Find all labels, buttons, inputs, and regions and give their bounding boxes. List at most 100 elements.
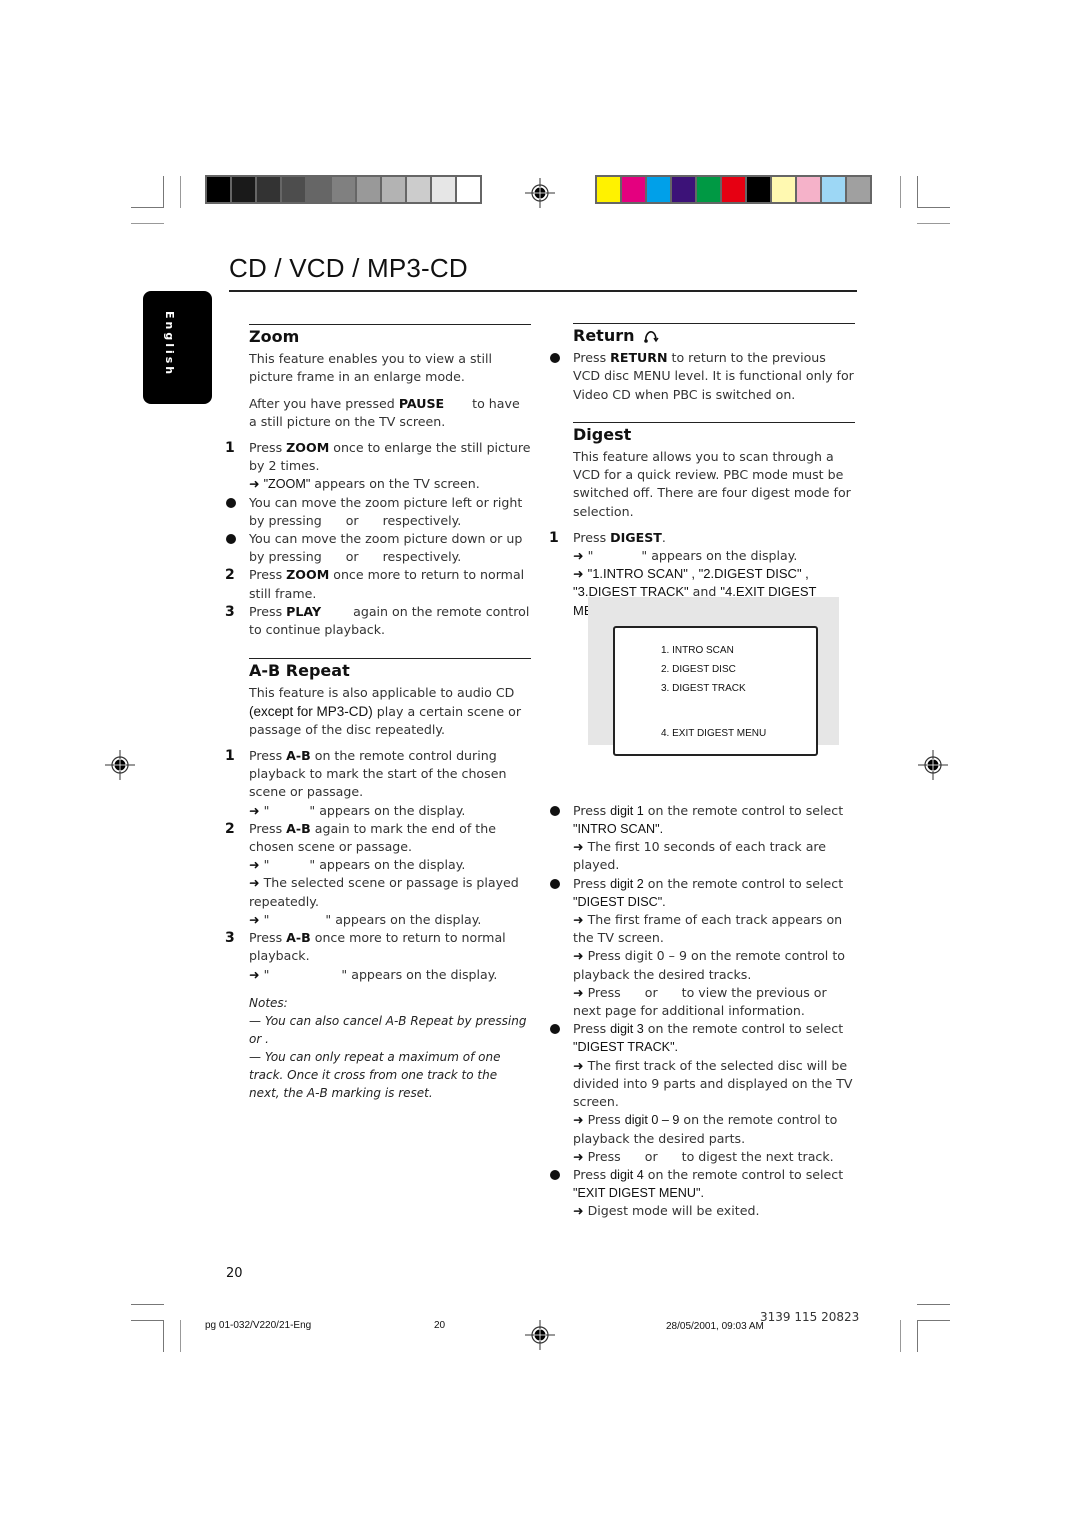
ab-step-3-result: ➜ " " appears on the display. [249, 966, 498, 982]
digest-step-1-result: ➜ " " appears on the display. [573, 548, 798, 564]
note-item: — You can also cancel A-B Repeat by pres… [249, 1013, 527, 1046]
color-swatch [797, 177, 820, 202]
crop-mark [917, 1320, 918, 1352]
color-swatch [622, 177, 645, 202]
ab-step-2-result: ➜ " " appears on the display. [249, 911, 482, 927]
language-tab-label: English [163, 311, 176, 378]
grayscale-swatch [407, 177, 430, 202]
return-arrow-icon [643, 331, 659, 343]
ab-step-1-result: ➜ " " appears on the display. [249, 802, 466, 818]
grayscale-swatch [307, 177, 330, 202]
crop-mark [131, 1320, 164, 1321]
digest-option-3-result: ➜ Press digit 0 – 9 on the remote contro… [573, 1112, 838, 1146]
digest-option-3: Press digit 3 on the remote control to s… [549, 1020, 855, 1056]
title-divider [229, 290, 857, 292]
bullet-icon [226, 497, 236, 508]
crop-mark [163, 1320, 164, 1352]
ab-step-2: 2 Press A-B again to mark the end of the… [225, 820, 496, 855]
zoom-step-1-result: ➜ "ZOOM" appears on the TV screen. [249, 476, 480, 492]
grayscale-swatch [232, 177, 255, 202]
return-section-title: Return [573, 326, 855, 345]
digest-option-1: Press digit 1 on the remote control to s… [549, 802, 855, 838]
digest-option-4: Press digit 4 on the remote control to s… [549, 1166, 855, 1202]
zoom-section-title: Zoom [249, 327, 300, 346]
color-calibration-bar [595, 175, 872, 204]
page-number: 20 [226, 1266, 243, 1281]
arrow-icon: ➜ [573, 566, 584, 582]
notes-label: Notes: [249, 995, 288, 1010]
color-swatch [847, 177, 870, 202]
color-swatch [822, 177, 845, 202]
grayscale-swatch [257, 177, 280, 202]
crop-mark [180, 176, 181, 208]
ab-repeat-notes: Notes: — You can also cancel A-B Repeat … [249, 994, 531, 1102]
digest-step-1: 1 Press DIGEST. [549, 529, 666, 546]
color-swatch [647, 177, 670, 202]
digest-option-2-result: ➜ Press or to view the previous or next … [573, 984, 831, 1019]
grayscale-calibration-bar [205, 175, 482, 204]
arrow-icon: ➜ [573, 1057, 584, 1073]
digest-option-2: Press digit 2 on the remote control to s… [549, 875, 855, 911]
tv-menu-item: 3. DIGEST TRACK [661, 683, 746, 694]
color-swatch [722, 177, 745, 202]
bullet-icon [550, 353, 560, 364]
arrow-icon: ➜ [249, 802, 260, 818]
note-item: — You can only repeat a maximum of one t… [249, 1049, 501, 1100]
arrow-icon: ➜ [249, 911, 260, 927]
tv-menu-item: 1. INTRO SCAN [661, 645, 734, 656]
color-swatch [747, 177, 770, 202]
bullet-icon [550, 1169, 560, 1180]
arrow-icon: ➜ [573, 548, 584, 564]
crop-mark [900, 176, 901, 208]
arrow-icon: ➜ [573, 948, 584, 964]
arrow-icon: ➜ [573, 1203, 584, 1219]
tv-menu-item: 2. DIGEST DISC [661, 664, 736, 675]
ab-step-2-result: ➜ The selected scene or passage is playe… [249, 875, 519, 909]
digest-tv-menu: 1. INTRO SCAN 2. DIGEST DISC 3. DIGEST T… [613, 626, 818, 756]
zoom-bullet-left-right: You can move the zoom picture left or ri… [225, 494, 531, 530]
arrow-icon: ➜ [573, 1112, 584, 1128]
crop-mark [131, 1304, 164, 1305]
arrow-icon: ➜ [249, 966, 260, 982]
registration-target-icon [105, 750, 135, 780]
digest-option-4-result: ➜ Digest mode will be exited. [573, 1203, 760, 1219]
arrow-icon: ➜ [573, 1148, 584, 1164]
language-tab: English [143, 291, 212, 404]
section-divider [573, 323, 855, 324]
section-divider [573, 421, 855, 423]
crop-mark [180, 1320, 181, 1352]
ab-repeat-intro: This feature is also applicable to audio… [249, 685, 522, 737]
tv-menu-item: 4. EXIT DIGEST MENU [661, 728, 767, 739]
ab-step-1: 1 Press A-B on the remote control during… [225, 748, 507, 800]
crop-mark [917, 1304, 950, 1305]
digest-option-2-result: ➜ The first frame of each track appears … [573, 912, 843, 946]
digest-option-2-result: ➜ Press digit 0 – 9 on the remote contro… [573, 948, 845, 982]
color-swatch [672, 177, 695, 202]
grayscale-swatch [332, 177, 355, 202]
bullet-icon [550, 805, 560, 816]
zoom-pause-note: After you have pressed PAUSE to have a st… [249, 395, 520, 429]
grayscale-swatch [282, 177, 305, 202]
registration-target-icon [525, 178, 555, 208]
digest-option-3-result: ➜ The first track of the selected disc w… [573, 1057, 853, 1110]
footer-sheet-number: 20 [434, 1320, 446, 1331]
section-divider [249, 658, 531, 660]
color-swatch [697, 177, 720, 202]
ab-step-3: 3 Press A-B once more to return to norma… [225, 930, 506, 964]
return-instruction: Press RETURN to return to the previous V… [549, 349, 855, 404]
crop-mark [917, 207, 950, 208]
crop-mark [917, 223, 950, 224]
bullet-icon [550, 878, 560, 889]
crop-mark [900, 1320, 901, 1352]
arrow-icon: ➜ [573, 912, 584, 928]
color-swatch [772, 177, 795, 202]
digest-section-title: Digest [573, 424, 632, 444]
arrow-icon: ➜ [573, 984, 584, 1000]
crop-mark [163, 176, 164, 208]
zoom-step-1: 1 Press ZOOM once to enlarge the still p… [225, 440, 531, 474]
zoom-intro: This feature enables you to view a still… [249, 351, 492, 385]
crop-mark [917, 176, 918, 208]
crop-mark [131, 207, 164, 208]
zoom-step-2: 2 Press ZOOM once more to return to norm… [225, 567, 525, 601]
arrow-icon: ➜ [573, 839, 584, 855]
